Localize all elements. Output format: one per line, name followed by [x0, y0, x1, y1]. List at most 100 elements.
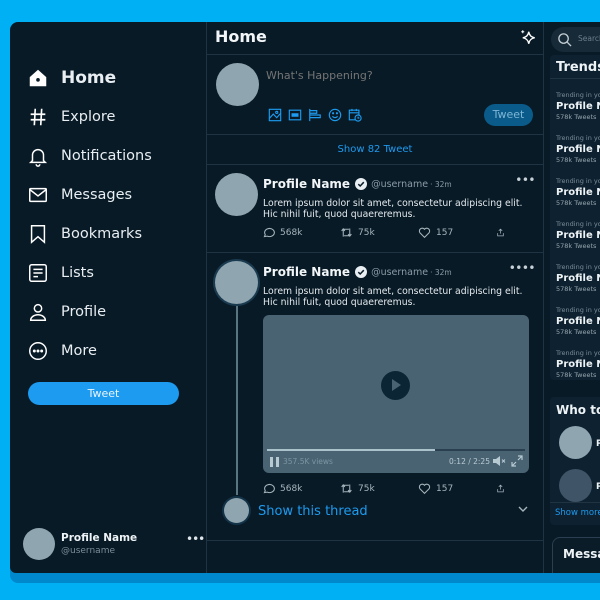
mute-icon[interactable]: [492, 455, 506, 467]
compose-tweet-button[interactable]: Tweet: [484, 104, 533, 126]
account-switcher[interactable]: Profile Name @username •••: [23, 528, 205, 562]
tweet-card[interactable]: Profile Name @username · 32m •••• Lorem …: [207, 253, 543, 541]
share-button[interactable]: [496, 226, 510, 239]
tweet-header: Profile Name @username · 32m: [263, 265, 452, 279]
share-button[interactable]: [496, 482, 510, 495]
sidebar-item-notifications[interactable]: Notifications: [27, 136, 152, 175]
trend-item[interactable]: Trending in your Profile Name 578k Tweet…: [556, 134, 600, 164]
search-input[interactable]: Search: [551, 27, 600, 52]
video-progress-bar[interactable]: [267, 449, 525, 451]
fullscreen-icon[interactable]: [511, 455, 523, 467]
home-icon: [27, 67, 49, 89]
account-more-icon[interactable]: •••: [186, 532, 205, 546]
retweet-button[interactable]: 75k: [340, 482, 418, 495]
trends-title: Trends: [550, 55, 600, 79]
tweet-actions: 568k 75k 157: [262, 482, 510, 495]
video-player[interactable]: 357.5K views 0:12 / 2:25: [263, 315, 529, 473]
heart-icon: [418, 227, 431, 239]
trend-item[interactable]: Trending in your Profile Name 578k Tweet…: [556, 263, 600, 293]
trend-count: 578k Tweets: [556, 113, 597, 121]
image-icon[interactable]: [268, 107, 282, 122]
trend-item[interactable]: Trending in your Profile Name 578k Tweet…: [556, 177, 600, 207]
avatar[interactable]: [215, 173, 258, 216]
sidebar-tweet-button[interactable]: Tweet: [28, 382, 179, 405]
app-window: Home Explore Notifications Messages Book…: [10, 22, 600, 573]
reply-count: 568k: [280, 227, 303, 238]
trend-count: 578k Tweets: [556, 371, 597, 379]
reply-button[interactable]: 568k: [262, 482, 340, 495]
trend-context: Trending in your: [556, 220, 600, 228]
suggestion-avatar[interactable]: [559, 426, 592, 459]
like-count: 157: [436, 483, 454, 494]
like-button[interactable]: 157: [418, 226, 496, 239]
retweet-count: 75k: [358, 227, 375, 238]
play-icon[interactable]: [381, 371, 410, 400]
sidebar-item-explore[interactable]: Explore: [27, 97, 152, 136]
sidebar-item-bookmarks[interactable]: Bookmarks: [27, 214, 152, 253]
video-progress-fill: [267, 449, 435, 451]
retweet-count: 75k: [358, 483, 375, 494]
retweet-icon: [341, 483, 352, 494]
tweet-card[interactable]: Profile Name @username · 32m ••• Lorem i…: [207, 165, 543, 253]
trend-item[interactable]: Trending in your Profile Name 578k Tweet…: [556, 306, 600, 336]
sidebar-item-messages[interactable]: Messages: [27, 175, 152, 214]
tweet-more-icon[interactable]: •••: [515, 173, 535, 187]
trend-item[interactable]: Trending in your Profile Name 578k Tweet…: [556, 220, 600, 250]
tweet-author-name[interactable]: Profile Name: [263, 265, 350, 279]
messages-title: Messages: [563, 547, 600, 561]
who-to-follow-title: Who to follow: [556, 403, 600, 417]
more-circle-icon: [27, 340, 49, 362]
sidebar-item-label: Explore: [61, 108, 116, 125]
account-username: @username: [61, 546, 115, 556]
chevron-down-icon[interactable]: [517, 503, 529, 515]
like-button[interactable]: 157: [418, 482, 496, 495]
bell-icon: [27, 145, 49, 167]
compose-input[interactable]: [266, 69, 466, 82]
trend-name: Profile Name: [556, 316, 600, 327]
reply-button[interactable]: 568k: [262, 226, 340, 239]
trend-context: Trending in your: [556, 91, 600, 99]
sidebar-item-lists[interactable]: Lists: [27, 253, 152, 292]
suggestion-name[interactable]: [596, 474, 600, 482]
sidebar-item-more[interactable]: More: [27, 331, 152, 370]
heart-icon: [418, 483, 431, 495]
trend-item[interactable]: Trending in your Profile Name 578k Tweet…: [556, 349, 600, 379]
share-icon: [497, 228, 504, 237]
suggestion-avatar[interactable]: [559, 469, 592, 502]
poll-icon[interactable]: [308, 107, 322, 122]
pause-icon[interactable]: [270, 457, 279, 467]
tweet-time: · 32m: [430, 267, 452, 277]
trend-count: 578k Tweets: [556, 242, 597, 250]
avatar: [23, 528, 55, 560]
sparkle-icon[interactable]: [519, 28, 537, 46]
trend-context: Trending in your: [556, 263, 600, 271]
schedule-icon[interactable]: [348, 107, 362, 122]
tweet-more-icon[interactable]: ••••: [509, 261, 536, 275]
sidebar-item-profile[interactable]: Profile: [27, 292, 152, 331]
tweet-handle: @username: [371, 178, 429, 190]
sidebar-item-home[interactable]: Home: [27, 58, 152, 97]
emoji-icon[interactable]: [328, 107, 342, 122]
avatar[interactable]: [215, 261, 258, 304]
show-more-link[interactable]: Show more: [550, 502, 600, 518]
mail-icon: [27, 184, 49, 206]
trend-item[interactable]: Trending in your Profile Name 578k Tweet…: [556, 91, 600, 121]
tweet-author-name[interactable]: Profile Name: [263, 177, 350, 191]
show-new-tweets-link[interactable]: Show 82 Tweet: [207, 135, 543, 165]
show-thread-link[interactable]: Show this thread: [258, 504, 368, 519]
suggestion-name[interactable]: [596, 431, 600, 439]
trend-name: Profile Name: [556, 187, 600, 198]
search-icon: [558, 33, 572, 47]
right-sidebar: Search Trends Trending in your Profile N…: [544, 22, 600, 573]
bookmark-icon: [27, 223, 49, 245]
messages-drawer[interactable]: Messages: [552, 537, 600, 573]
tweet-time: · 32m: [430, 179, 452, 189]
trend-name: Profile Name: [556, 230, 600, 241]
page-title: Home: [215, 27, 267, 46]
tweet-text: Lorem ipsum dolor sit amet, consectetur …: [263, 198, 523, 220]
retweet-button[interactable]: 75k: [340, 226, 418, 239]
trend-context: Trending in your: [556, 349, 600, 357]
trend-count: 578k Tweets: [556, 285, 597, 293]
retweet-icon: [341, 227, 352, 238]
gif-icon[interactable]: [288, 107, 302, 121]
